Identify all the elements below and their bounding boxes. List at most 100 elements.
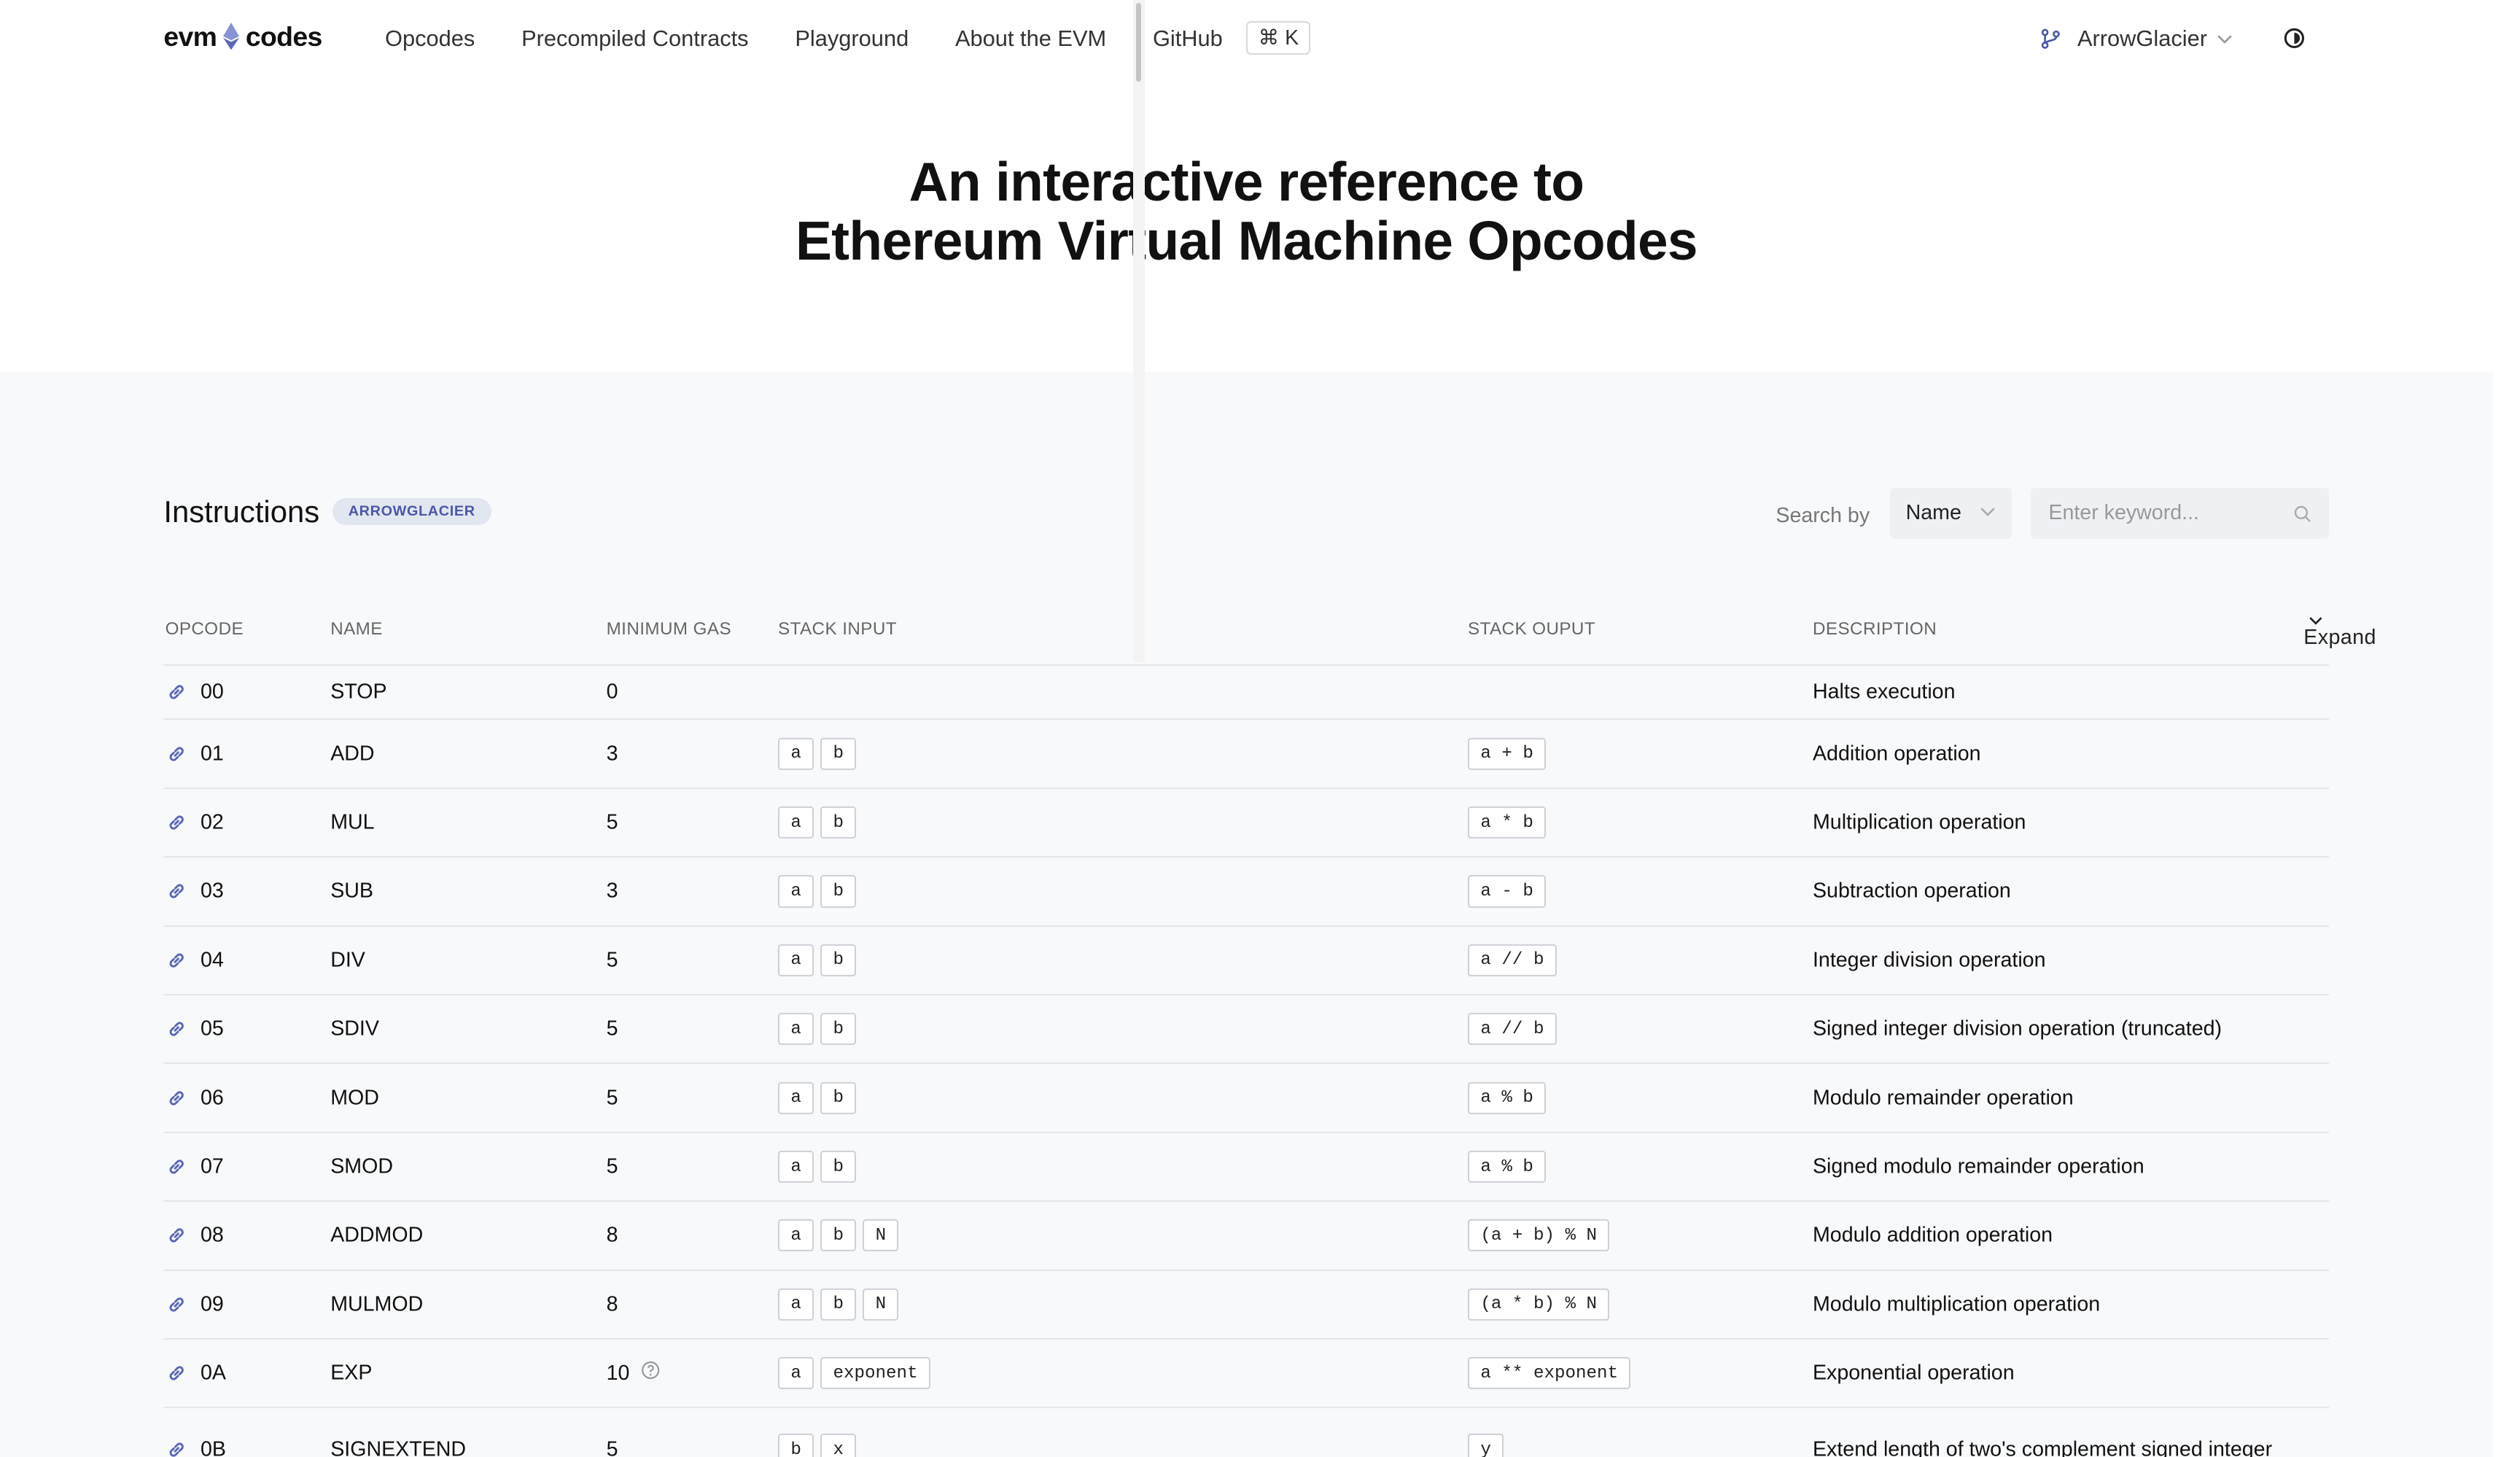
opcode-cell: 00: [200, 680, 224, 704]
table-row[interactable]: 03 SUB 3 a b a - b Subtraction operation: [163, 858, 2330, 927]
description-cell: Signed modulo remainder operation: [1812, 1154, 2144, 1178]
stack-input-cell: ab: [777, 1150, 863, 1183]
scrollbar-thumb[interactable]: [1136, 3, 1141, 82]
gas-cell: 5: [607, 1086, 618, 1110]
link-icon[interactable]: [167, 813, 186, 832]
instructions-section: Instructions ARROWGLACIER Search by Name…: [0, 372, 2493, 1457]
nav-link-opcodes[interactable]: Opcodes: [385, 26, 475, 52]
table-row[interactable]: 0B SIGNEXTEND 5 b x y Extend length of two's c…: [163, 1408, 2329, 1457]
header-gas: MINIMUM GAS: [606, 619, 732, 640]
gas-value: 5: [606, 1086, 618, 1110]
gas-value: 3: [606, 742, 618, 766]
opcodes-table: OPCODE NAME MINIMUM GAS STACK INPUT STAC…: [163, 610, 2376, 1457]
chevron-down-icon: [1980, 508, 1995, 517]
link-icon[interactable]: [167, 882, 186, 901]
stack-output-token: y: [1467, 1434, 1504, 1457]
ethereum-diamond-icon: [223, 23, 240, 50]
link-icon[interactable]: [167, 1294, 186, 1313]
gas-cell: 0: [607, 680, 618, 704]
opcode-cell: 01: [200, 742, 224, 766]
logo-text-left: evm: [163, 20, 217, 52]
table-row[interactable]: 01 ADD 3 a b a + b Addition operation: [163, 720, 2330, 789]
description-cell: Integer division operation: [1812, 948, 2046, 972]
nav-link-about[interactable]: About the EVM: [955, 26, 1106, 52]
fork-select[interactable]: ArrowGlacier: [2040, 26, 2249, 52]
instructions-title: Instructions: [163, 494, 320, 529]
gas-value: 5: [606, 1154, 618, 1178]
link-icon[interactable]: [167, 951, 186, 970]
description-cell: Subtraction operation: [1812, 879, 2011, 903]
gas-value: 5: [606, 1017, 618, 1041]
stack-input-cell: ab: [777, 806, 863, 839]
stack-output-cell: a % b: [1467, 1081, 1552, 1114]
description-cell: Extend length of two's complement signed…: [1812, 1437, 2273, 1457]
link-icon[interactable]: [167, 1440, 186, 1457]
logo-text-right: codes: [245, 20, 322, 52]
stack-input-token: N: [863, 1288, 899, 1321]
gas-value: 8: [606, 1223, 618, 1247]
opcode-cell: 0B: [200, 1437, 226, 1457]
gas-value: 8: [606, 1292, 618, 1316]
stack-input-cell: ab: [777, 875, 863, 908]
stack-output-cell: (a + b) % N: [1467, 1219, 1616, 1252]
link-icon[interactable]: [167, 1019, 186, 1038]
stack-output-cell: a ** exponent: [1467, 1356, 1637, 1390]
table-row[interactable]: 06 MOD 5 a b a % b Modulo remainder operation: [163, 1064, 2330, 1133]
stack-output-token: (a + b) % N: [1467, 1219, 1610, 1252]
table-row[interactable]: 00 STOP 0 Halts execution: [163, 666, 2330, 720]
name-cell: DIV: [330, 948, 365, 972]
nav-link-github[interactable]: GitHub: [1153, 26, 1223, 52]
link-icon[interactable]: [167, 1226, 186, 1245]
table-row[interactable]: 09 MULMOD 8 a b N (a * b) % N Modulo multiplica…: [163, 1271, 2330, 1340]
header-description: DESCRIPTION: [1812, 619, 1937, 640]
table-row[interactable]: 08 ADDMOD 8 a b N (a + b) % N Modulo addition o…: [163, 1202, 2330, 1271]
description-cell: Halts execution: [1812, 680, 1956, 704]
link-icon[interactable]: [167, 1364, 186, 1383]
stack-input-token: b: [820, 1150, 857, 1183]
opcode-cell: 07: [200, 1154, 224, 1178]
search-by-select[interactable]: Name: [1889, 487, 2012, 540]
fork-name: ArrowGlacier: [2077, 26, 2207, 52]
name-cell: MUL: [330, 810, 375, 834]
table-row[interactable]: 0A EXP 10 a exponent a ** exponent Exponential…: [163, 1340, 2330, 1409]
stack-output-token: a % b: [1467, 1150, 1547, 1183]
description-cell: Modulo addition operation: [1812, 1223, 2053, 1247]
table-row[interactable]: 04 DIV 5 a b a // b Integer division operation: [163, 927, 2330, 995]
expand-button[interactable]: Expand: [2303, 616, 2376, 649]
stack-output-cell: a % b: [1467, 1150, 1552, 1183]
stack-input-token: exponent: [820, 1356, 930, 1390]
stack-input-token: b: [777, 1434, 814, 1457]
opcode-cell: 05: [200, 1017, 224, 1041]
gas-cell: 3: [607, 742, 618, 766]
search-input[interactable]: [2031, 487, 2330, 540]
fork-badge: ARROWGLACIER: [332, 498, 491, 525]
table-row[interactable]: 07 SMOD 5 a b a % b Signed modulo remainder op…: [163, 1133, 2330, 1202]
stack-input-token: a: [777, 1288, 814, 1321]
description-cell: Multiplication operation: [1812, 810, 2026, 834]
table-row[interactable]: 02 MUL 5 a b a * b Multiplication operation: [163, 789, 2330, 858]
link-icon[interactable]: [167, 1157, 186, 1176]
chevron-down-icon: [2217, 34, 2232, 44]
stack-input-token: b: [820, 1219, 857, 1252]
gas-cell: 5: [607, 810, 618, 834]
chevron-down-icon: [2309, 617, 2322, 625]
theme-toggle-icon[interactable]: [2283, 27, 2306, 50]
link-icon[interactable]: [167, 744, 186, 763]
stack-output-token: a * b: [1467, 806, 1547, 839]
stack-output-token: a + b: [1467, 737, 1547, 770]
header-opcode: OPCODE: [165, 619, 244, 640]
link-icon[interactable]: [167, 683, 186, 702]
link-icon[interactable]: [167, 1088, 186, 1107]
logo[interactable]: evm codes: [163, 21, 322, 53]
stack-input-token: b: [820, 944, 857, 976]
table-row[interactable]: 05 SDIV 5 a b a // b Signed integer division o…: [163, 995, 2330, 1065]
nav-link-playground[interactable]: Playground: [795, 26, 909, 52]
name-cell: SMOD: [330, 1154, 393, 1178]
name-cell: STOP: [330, 680, 387, 704]
nav-link-precompiled[interactable]: Precompiled Contracts: [521, 26, 749, 52]
command-k-button[interactable]: ⌘ K: [1246, 20, 1311, 55]
gas-value: 5: [606, 1437, 618, 1457]
stack-output-token: a % b: [1467, 1081, 1547, 1114]
help-icon[interactable]: [641, 1361, 660, 1386]
page-scrollbar[interactable]: [1133, 0, 1145, 662]
